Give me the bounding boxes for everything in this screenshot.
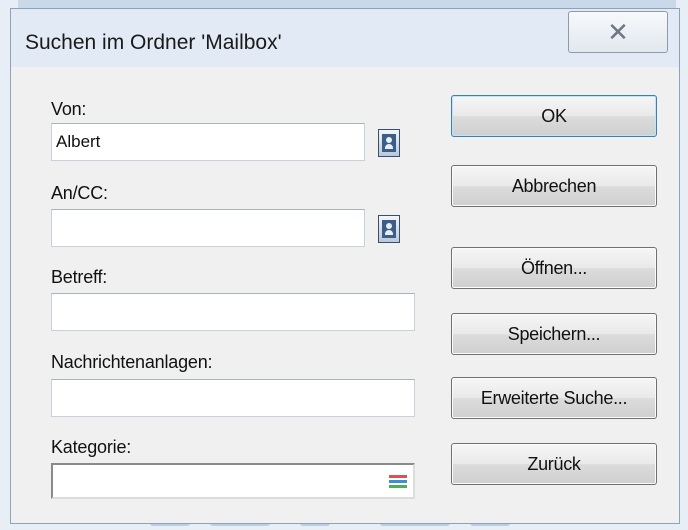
to-cc-address-book-button[interactable] bbox=[378, 215, 400, 243]
to-cc-label: An/CC: bbox=[51, 183, 108, 203]
attachments-field[interactable] bbox=[51, 379, 415, 417]
category-list-icon[interactable] bbox=[389, 475, 407, 489]
save-button[interactable]: Speichern... bbox=[451, 313, 657, 355]
dialog-content: Von: Albert An/CC: Betreff: Nachrichtena… bbox=[11, 67, 679, 523]
category-label: Kategorie: bbox=[51, 437, 132, 457]
ok-button[interactable]: OK bbox=[451, 95, 657, 137]
open-button[interactable]: Öffnen... bbox=[451, 247, 657, 289]
back-button[interactable]: Zurück bbox=[451, 443, 657, 485]
from-field[interactable]: Albert bbox=[51, 123, 365, 161]
search-dialog: Suchen im Ordner 'Mailbox' ✕ Von: Albert… bbox=[10, 8, 680, 524]
subject-label: Betreff: bbox=[51, 267, 108, 287]
subject-field[interactable] bbox=[51, 293, 415, 331]
from-address-book-button[interactable] bbox=[378, 129, 400, 157]
close-button[interactable]: ✕ bbox=[568, 11, 668, 53]
dialog-title: Suchen im Ordner 'Mailbox' bbox=[25, 31, 282, 54]
close-icon: ✕ bbox=[607, 17, 629, 47]
from-label: Von: bbox=[51, 99, 87, 119]
address-book-icon bbox=[382, 220, 396, 238]
cancel-button[interactable]: Abbrechen bbox=[451, 165, 657, 207]
title-bar: Suchen im Ordner 'Mailbox' ✕ bbox=[11, 9, 679, 68]
to-cc-field[interactable] bbox=[51, 209, 365, 247]
attachments-label: Nachrichtenanlagen: bbox=[51, 352, 213, 372]
address-book-icon bbox=[382, 134, 396, 152]
advanced-search-button[interactable]: Erweiterte Suche... bbox=[451, 377, 657, 419]
category-field[interactable] bbox=[51, 463, 415, 499]
